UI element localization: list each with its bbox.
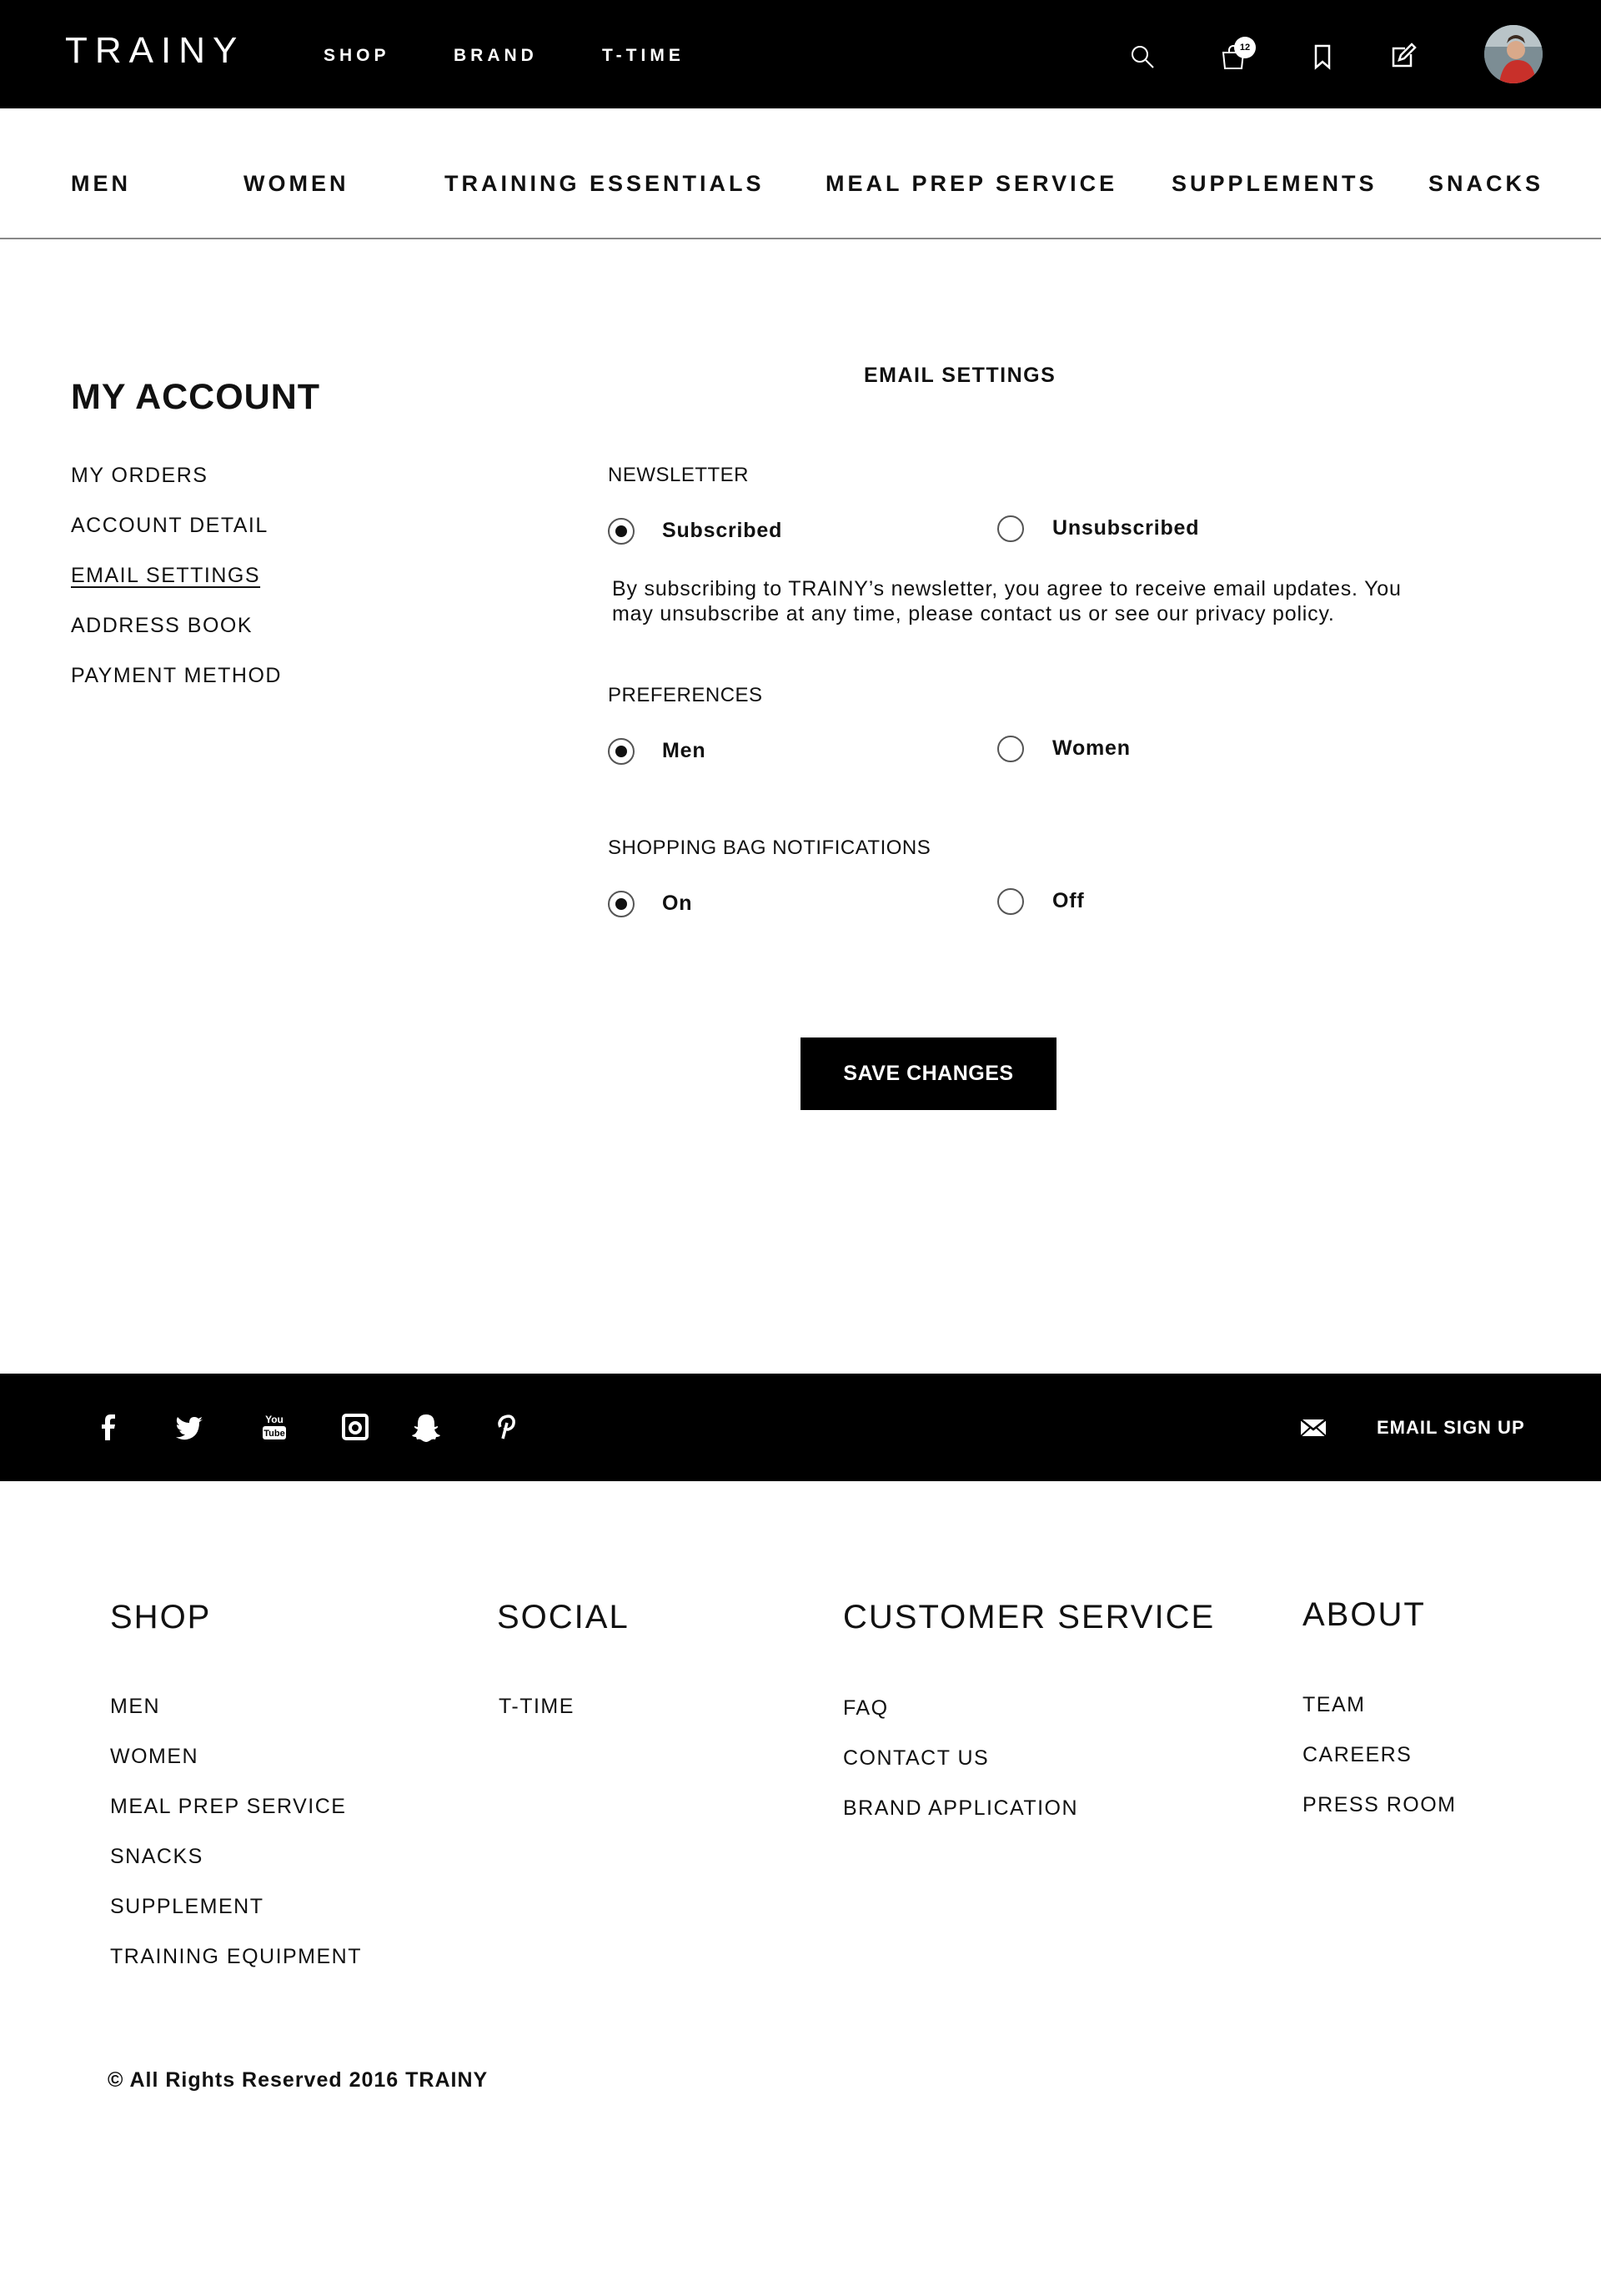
account-menu-my-orders[interactable]: MY ORDERS: [71, 464, 208, 488]
account-menu-payment-method[interactable]: PAYMENT METHOD: [71, 664, 282, 688]
footer-shop-title: SHOP: [110, 1599, 212, 1635]
account-menu-account-detail[interactable]: ACCOUNT DETAIL: [71, 514, 269, 538]
email-sign-up-link[interactable]: EMAIL SIGN UP: [1377, 1417, 1525, 1439]
option-on-label[interactable]: On: [662, 892, 692, 916]
radio-on[interactable]: [608, 891, 635, 917]
instagram-icon[interactable]: [337, 1409, 374, 1445]
footer-about-title: ABOUT: [1302, 1596, 1426, 1633]
radio-women[interactable]: [997, 736, 1024, 762]
category-supplements[interactable]: SUPPLEMENTS: [1172, 171, 1378, 197]
option-unsubscribed-label[interactable]: Unsubscribed: [1052, 516, 1199, 540]
footer-link-meal-prep-service[interactable]: MEAL PREP SERVICE: [110, 1795, 346, 1819]
newsletter-label: NEWSLETTER: [608, 464, 750, 486]
category-women[interactable]: WOMEN: [243, 171, 349, 197]
pinterest-icon[interactable]: [487, 1409, 524, 1445]
bookmark-icon[interactable]: [1307, 42, 1338, 72]
footer-customer-service-title: CUSTOMER SERVICE: [843, 1599, 1216, 1635]
preferences-label: PREFERENCES: [608, 684, 763, 706]
top-header: TRAINY SHOP BRAND T-TIME 12: [0, 0, 1601, 108]
radio-men[interactable]: [608, 738, 635, 765]
footer-link-team[interactable]: TEAM: [1302, 1693, 1365, 1717]
footer-link-women[interactable]: WOMEN: [110, 1745, 198, 1769]
logo[interactable]: TRAINY: [65, 30, 244, 72]
mail-icon[interactable]: [1297, 1409, 1330, 1445]
category-men[interactable]: MEN: [71, 171, 131, 197]
account-title: MY ACCOUNT: [71, 377, 321, 417]
svg-text:Tube: Tube: [263, 1429, 284, 1439]
avatar[interactable]: [1484, 25, 1543, 83]
footer-link-press-room[interactable]: PRESS ROOM: [1302, 1793, 1456, 1817]
twitter-icon[interactable]: [171, 1409, 208, 1445]
category-nav: MEN WOMEN TRAINING ESSENTIALS MEAL PREP …: [0, 108, 1601, 239]
save-changes-button[interactable]: SAVE CHANGES: [800, 1037, 1056, 1110]
radio-unsubscribed[interactable]: [997, 515, 1024, 542]
option-subscribed-label[interactable]: Subscribed: [662, 519, 782, 543]
bag-notifications-label: SHOPPING BAG NOTIFICATIONS: [608, 837, 931, 859]
option-men-label[interactable]: Men: [662, 739, 705, 763]
account-menu-email-settings[interactable]: EMAIL SETTINGS: [71, 564, 260, 588]
newsletter-description: By subscribing to TRAINY’s newsletter, y…: [612, 577, 1402, 625]
footer-link-t-time[interactable]: T-TIME: [499, 1695, 575, 1719]
footer-link-training-equipment[interactable]: TRAINING EQUIPMENT: [110, 1945, 362, 1969]
search-icon[interactable]: [1127, 42, 1157, 72]
snapchat-icon[interactable]: [408, 1409, 444, 1445]
footer-link-faq[interactable]: FAQ: [843, 1696, 889, 1721]
footer-link-contact-us[interactable]: CONTACT US: [843, 1746, 989, 1771]
category-meal-prep-service[interactable]: MEAL PREP SERVICE: [826, 171, 1117, 197]
nav-shop[interactable]: SHOP: [324, 46, 390, 66]
account-menu-address-book[interactable]: ADDRESS BOOK: [71, 614, 253, 638]
facebook-icon[interactable]: [90, 1409, 127, 1445]
footer-link-careers[interactable]: CAREERS: [1302, 1743, 1412, 1767]
option-women-label[interactable]: Women: [1052, 736, 1131, 761]
nav-brand[interactable]: BRAND: [454, 46, 538, 66]
category-training-essentials[interactable]: TRAINING ESSENTIALS: [444, 171, 765, 197]
footer-link-supplement[interactable]: SUPPLEMENT: [110, 1895, 263, 1919]
footer-link-men[interactable]: MEN: [110, 1695, 160, 1719]
nav-t-time[interactable]: T-TIME: [602, 46, 685, 66]
social-bar: You Tube EMAIL SIGN UP: [0, 1374, 1601, 1481]
footer-social-title: SOCIAL: [497, 1599, 630, 1635]
option-off-label[interactable]: Off: [1052, 889, 1085, 913]
radio-subscribed[interactable]: [608, 518, 635, 545]
cart-count-badge: 12: [1234, 37, 1256, 58]
youtube-icon[interactable]: You Tube: [256, 1409, 293, 1445]
copyright-text: © All Rights Reserved 2016 TRAINY: [108, 2068, 489, 2092]
category-snacks[interactable]: SNACKS: [1428, 171, 1543, 197]
footer-link-snacks[interactable]: SNACKS: [110, 1845, 203, 1869]
svg-text:You: You: [265, 1414, 284, 1425]
email-settings-title: EMAIL SETTINGS: [864, 364, 1056, 387]
radio-off[interactable]: [997, 888, 1024, 915]
edit-icon[interactable]: [1388, 42, 1418, 72]
footer-link-brand-application[interactable]: BRAND APPLICATION: [843, 1796, 1078, 1821]
